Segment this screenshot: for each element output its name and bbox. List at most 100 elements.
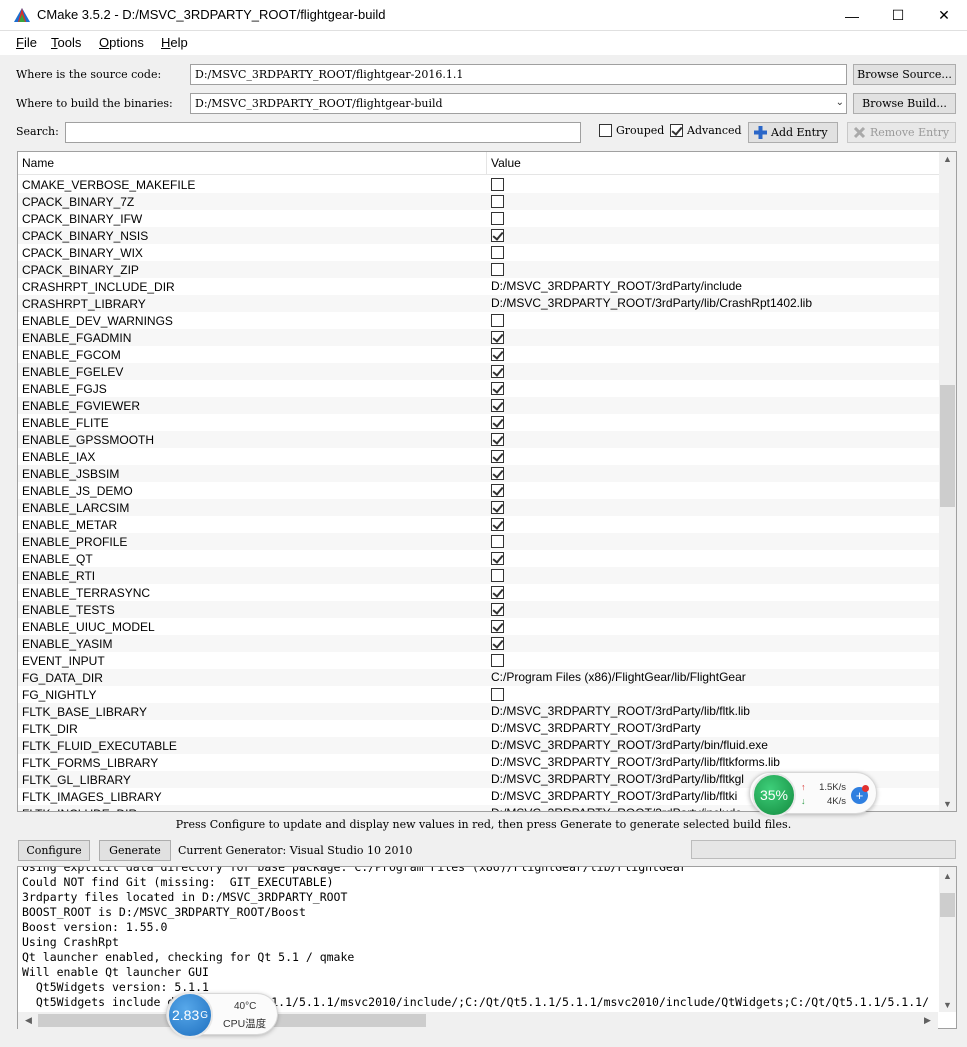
chevron-down-icon[interactable]: ⌄	[836, 97, 844, 108]
entry-checkbox[interactable]	[491, 552, 504, 566]
menu-help[interactable]: Help	[161, 35, 188, 50]
entry-checkbox[interactable]	[491, 569, 504, 583]
output-log[interactable]: Using explicit data directory for base p…	[17, 866, 957, 1029]
entry-checkbox[interactable]	[491, 535, 504, 549]
table-vertical-scrollbar[interactable]: ▲ ▼	[939, 152, 956, 811]
entry-value[interactable]: D:/MSVC_3RDPARTY_ROOT/3rdParty/lib/fltkg…	[491, 772, 744, 786]
table-row[interactable]: CPACK_BINARY_WIX	[18, 244, 939, 261]
menu-options[interactable]: Options	[99, 35, 144, 50]
table-row[interactable]: ENABLE_FLITE	[18, 414, 939, 431]
cpu-frequency-gauge[interactable]: 2.83 G	[167, 992, 213, 1038]
scroll-up-icon[interactable]: ▲	[939, 871, 956, 881]
table-row[interactable]: ENABLE_TESTS	[18, 601, 939, 618]
entry-value[interactable]	[491, 602, 504, 617]
table-row[interactable]: ENABLE_FGELEV	[18, 363, 939, 380]
table-row[interactable]: ENABLE_METAR	[18, 516, 939, 533]
scroll-up-icon[interactable]: ▲	[939, 154, 956, 164]
entry-value[interactable]	[491, 415, 504, 430]
entry-value[interactable]	[491, 500, 504, 515]
entry-value[interactable]	[491, 194, 504, 209]
entry-checkbox[interactable]	[491, 654, 504, 668]
entry-value[interactable]: D:/MSVC_3RDPARTY_ROOT/3rdParty/include	[491, 279, 742, 293]
table-row[interactable]: FLTK_BASE_LIBRARY D:/MSVC_3RDPARTY_ROOT/3…	[18, 703, 939, 720]
table-row[interactable]: ENABLE_QT	[18, 550, 939, 567]
table-row[interactable]: ENABLE_UIUC_MODEL	[18, 618, 939, 635]
entry-value[interactable]	[491, 653, 504, 668]
entry-checkbox[interactable]	[491, 195, 504, 209]
table-row[interactable]: FLTK_DIR D:/MSVC_3RDPARTY_ROOT/3rdParty	[18, 720, 939, 737]
entry-value[interactable]	[491, 687, 504, 702]
entry-checkbox[interactable]	[491, 348, 504, 362]
entry-value[interactable]	[491, 211, 504, 226]
entry-value[interactable]	[491, 432, 504, 447]
table-row[interactable]: ENABLE_FGJS	[18, 380, 939, 397]
column-divider[interactable]	[486, 152, 487, 175]
table-row[interactable]: ENABLE_DEV_WARNINGS	[18, 312, 939, 329]
table-row[interactable]: ENABLE_FGCOM	[18, 346, 939, 363]
entry-value[interactable]	[491, 364, 504, 379]
scrollbar-thumb[interactable]	[940, 385, 955, 507]
entry-checkbox[interactable]	[491, 246, 504, 260]
entry-value[interactable]	[491, 381, 504, 396]
advanced-checkbox[interactable]	[670, 124, 683, 137]
menu-file[interactable]: File	[16, 35, 37, 50]
entry-checkbox[interactable]	[491, 637, 504, 651]
value-column-header[interactable]: Value	[491, 156, 521, 170]
scroll-right-icon[interactable]: ▶	[919, 1015, 936, 1026]
output-vertical-scrollbar[interactable]: ▲ ▼	[939, 867, 956, 1012]
memory-usage-gauge[interactable]: 35%	[752, 773, 796, 817]
entry-value[interactable]	[491, 585, 504, 600]
build-path-combo[interactable]: D:/MSVC_3RDPARTY_ROOT/flightgear-build ⌄	[190, 93, 847, 114]
entry-checkbox[interactable]	[491, 399, 504, 413]
table-row[interactable]: CPACK_BINARY_IFW	[18, 210, 939, 227]
entry-value[interactable]: D:/MSVC_3RDPARTY_ROOT/3rdParty/include	[491, 806, 742, 811]
advanced-option[interactable]: Advanced	[670, 124, 742, 137]
table-row[interactable]: CRASHRPT_LIBRARY D:/MSVC_3RDPARTY_ROOT/3r…	[18, 295, 939, 312]
configure-button[interactable]: Configure	[18, 840, 90, 861]
entry-checkbox[interactable]	[491, 450, 504, 464]
close-button[interactable]: ✕	[921, 0, 967, 31]
table-row[interactable]: ENABLE_YASIM	[18, 635, 939, 652]
entry-checkbox[interactable]	[491, 688, 504, 702]
entry-value[interactable]: D:/MSVC_3RDPARTY_ROOT/3rdParty/lib/fltk.…	[491, 704, 750, 718]
entry-value[interactable]	[491, 517, 504, 532]
table-row[interactable]: CPACK_BINARY_7Z	[18, 193, 939, 210]
entry-checkbox[interactable]	[491, 263, 504, 277]
scroll-down-icon[interactable]: ▼	[939, 1000, 956, 1010]
entry-value[interactable]	[491, 619, 504, 634]
add-entry-button[interactable]: Add Entry	[748, 122, 838, 143]
grouped-checkbox[interactable]	[599, 124, 612, 137]
entry-checkbox[interactable]	[491, 518, 504, 532]
cpu-monitor-widget[interactable]: 2.83 G 40°C CPU温度	[166, 992, 278, 1038]
scroll-down-icon[interactable]: ▼	[939, 799, 956, 809]
entry-checkbox[interactable]	[491, 416, 504, 430]
entry-value[interactable]	[491, 636, 504, 651]
entry-checkbox[interactable]	[491, 467, 504, 481]
search-input[interactable]	[65, 122, 581, 143]
maximize-button[interactable]: ☐	[875, 0, 921, 31]
browse-source-button[interactable]: Browse Source...	[853, 64, 956, 85]
table-row[interactable]: CMAKE_VERBOSE_MAKEFILE	[18, 176, 939, 193]
table-row[interactable]: FG_DATA_DIR C:/Program Files (x86)/Flight…	[18, 669, 939, 686]
entry-value[interactable]	[491, 398, 504, 413]
entry-value[interactable]	[491, 313, 504, 328]
entry-checkbox[interactable]	[491, 603, 504, 617]
entry-checkbox[interactable]	[491, 365, 504, 379]
entry-value[interactable]: D:/MSVC_3RDPARTY_ROOT/3rdParty/lib/fltki	[491, 789, 737, 803]
entry-value[interactable]	[491, 347, 504, 362]
entry-checkbox[interactable]	[491, 314, 504, 328]
table-row[interactable]: ENABLE_TERRASYNC	[18, 584, 939, 601]
entry-value[interactable]	[491, 466, 504, 481]
table-row[interactable]: ENABLE_PROFILE	[18, 533, 939, 550]
table-row[interactable]: FLTK_FLUID_EXECUTABLE D:/MSVC_3RDPARTY_RO…	[18, 737, 939, 754]
network-monitor-widget[interactable]: 35% ↑ 1.5K/s ↓ 4K/s +	[749, 772, 877, 817]
table-row[interactable]: ENABLE_FGVIEWER	[18, 397, 939, 414]
entry-value[interactable]	[491, 449, 504, 464]
entry-checkbox[interactable]	[491, 620, 504, 634]
entry-value[interactable]	[491, 330, 504, 345]
minimize-button[interactable]: —	[829, 0, 875, 31]
entry-value[interactable]	[491, 483, 504, 498]
entry-checkbox[interactable]	[491, 212, 504, 226]
entry-value[interactable]	[491, 262, 504, 277]
table-row[interactable]: CPACK_BINARY_NSIS	[18, 227, 939, 244]
